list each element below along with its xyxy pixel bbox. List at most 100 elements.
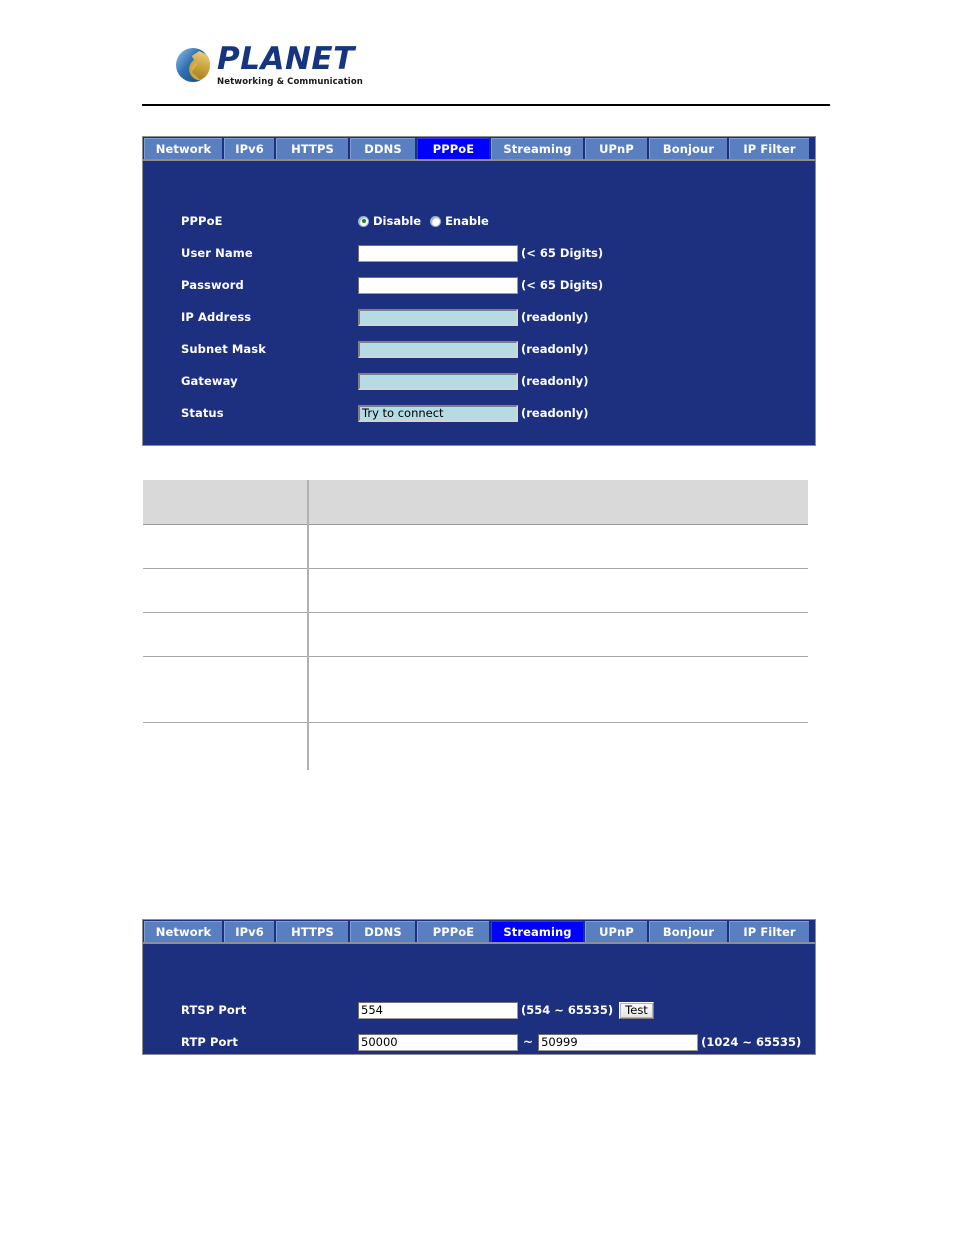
streaming-tab-bonjour[interactable]: Bonjour [649, 921, 727, 942]
rtsp-port-hint: (554 ~ 65535) [521, 1003, 614, 1017]
table-row [143, 612, 808, 657]
table-cell-description [308, 656, 808, 723]
ip-address-label: IP Address [181, 310, 252, 324]
user-name-input[interactable] [358, 244, 518, 262]
status-label: Status [181, 406, 224, 420]
rtp-port-label: RTP Port [181, 1035, 238, 1049]
form-row-status: Status (readonly) [143, 397, 815, 429]
document-header: PLANET Networking & Communication [142, 38, 830, 108]
logo-brand-name: PLANET [217, 41, 355, 77]
form-row-user-name: User Name (< 65 Digits) [143, 237, 815, 269]
subnet-mask-hint: (readonly) [521, 342, 589, 356]
pppoe-tab-streaming[interactable]: Streaming [491, 138, 583, 159]
radio-option-enable[interactable]: Enable [430, 214, 489, 228]
pppoe-tab-ip-filter[interactable]: IP Filter [729, 138, 809, 159]
table-row [143, 722, 808, 770]
table-cell-name [143, 612, 309, 657]
table-cell-name [143, 524, 309, 569]
gateway-hint: (readonly) [521, 374, 589, 388]
radio-option-disable[interactable]: Disable [358, 214, 421, 228]
form-row-rtp-port: RTP Port ~ (1024 ~ 65535) [143, 1026, 815, 1058]
gateway-input [358, 372, 518, 390]
form-row-rtsp-port: RTSP Port (554 ~ 65535) Test [143, 994, 815, 1026]
pppoe-tab-https[interactable]: HTTPS [276, 138, 348, 159]
password-control: (< 65 Digits) [358, 276, 604, 294]
subnet-mask-input [358, 340, 518, 358]
rtsp-port-label: RTSP Port [181, 1003, 247, 1017]
streaming-tab-ip-filter[interactable]: IP Filter [729, 921, 809, 942]
pppoe-tab-ddns[interactable]: DDNS [350, 138, 415, 159]
pppoe-settings-panel: Network IPv6 HTTPS DDNS PPPoE Streaming UPnP Bo… [142, 136, 816, 446]
password-hint: (< 65 Digits) [521, 278, 604, 292]
header-divider [142, 104, 830, 106]
streaming-tab-ddns[interactable]: DDNS [350, 921, 415, 942]
status-input [358, 404, 518, 422]
table-cell-description [308, 612, 808, 657]
table-cell-name [143, 722, 309, 770]
streaming-tab-upnp[interactable]: UPnP [585, 921, 647, 942]
pppoe-tab-bonjour[interactable]: Bonjour [649, 138, 727, 159]
globe-icon [176, 48, 210, 83]
user-name-control: (< 65 Digits) [358, 244, 604, 262]
streaming-settings-panel: Network IPv6 HTTPS DDNS PPPoE Streaming UPnP Bo… [142, 919, 816, 1055]
form-row-pppoe: PPPoE Disable Enable [143, 205, 815, 237]
logo-text-block: PLANET Networking & Communication [217, 44, 363, 87]
streaming-tab-network[interactable]: Network [144, 921, 222, 942]
table-row [143, 524, 808, 569]
pppoe-radio-group[interactable]: Disable Enable [358, 214, 489, 228]
table-row [143, 656, 808, 723]
pppoe-control: Disable Enable [358, 214, 489, 228]
pppoe-label: PPPoE [181, 214, 223, 228]
rtp-port-end-input[interactable] [538, 1033, 699, 1051]
radio-button-disable-icon[interactable] [358, 215, 369, 227]
logo-tagline: Networking & Communication [217, 77, 363, 87]
form-row-ip-address: IP Address (readonly) [143, 301, 815, 333]
rtp-port-start-input[interactable] [358, 1033, 518, 1051]
password-label: Password [181, 278, 244, 292]
ip-address-control: (readonly) [358, 308, 589, 326]
table-cell-description [308, 568, 808, 613]
radio-label-enable: Enable [445, 214, 489, 228]
table-cell-name [143, 656, 309, 723]
streaming-tab-pppoe[interactable]: PPPoE [417, 921, 489, 942]
status-control: (readonly) [358, 404, 589, 422]
user-name-label: User Name [181, 246, 253, 260]
form-row-subnet-mask: Subnet Mask (readonly) [143, 333, 815, 365]
rtsp-port-control: (554 ~ 65535) Test [358, 1001, 654, 1019]
pppoe-tab-upnp[interactable]: UPnP [585, 138, 647, 159]
radio-button-enable-icon[interactable] [430, 215, 442, 227]
rtp-range-separator: ~ [523, 1035, 534, 1049]
table-header-row [143, 480, 808, 525]
rtp-port-hint: (1024 ~ 65535) [701, 1035, 802, 1049]
radio-label-disable: Disable [373, 214, 422, 228]
streaming-tab-bar[interactable]: Network IPv6 HTTPS DDNS PPPoE Streaming UPnP Bo… [143, 920, 815, 942]
pppoe-tab-pppoe[interactable]: PPPoE [417, 138, 489, 159]
table-cell-name [143, 568, 309, 613]
streaming-tab-https[interactable]: HTTPS [276, 921, 348, 942]
streaming-tab-ipv6[interactable]: IPv6 [224, 921, 274, 942]
description-table [143, 480, 808, 770]
rtsp-test-button[interactable]: Test [619, 1001, 654, 1019]
pppoe-tab-ipv6[interactable]: IPv6 [224, 138, 274, 159]
gateway-label: Gateway [181, 374, 238, 388]
table-header-cell-name [143, 480, 309, 525]
table-cell-description [308, 524, 808, 569]
status-hint: (readonly) [521, 406, 589, 420]
rtsp-port-input[interactable] [358, 1001, 518, 1019]
table-header-cell-description [308, 480, 808, 525]
pppoe-tab-network[interactable]: Network [144, 138, 222, 159]
gateway-control: (readonly) [358, 372, 589, 390]
streaming-form-body: RTSP Port (554 ~ 65535) Test RTP Port ~ … [143, 944, 815, 1058]
planet-logo: PLANET Networking & Communication [142, 38, 830, 87]
table-row [143, 568, 808, 613]
form-row-gateway: Gateway (readonly) [143, 365, 815, 397]
subnet-mask-label: Subnet Mask [181, 342, 266, 356]
rtp-port-control: ~ (1024 ~ 65535) [358, 1033, 802, 1051]
ip-address-hint: (readonly) [521, 310, 589, 324]
user-name-hint: (< 65 Digits) [521, 246, 604, 260]
pppoe-tab-bar[interactable]: Network IPv6 HTTPS DDNS PPPoE Streaming UPnP Bo… [143, 137, 815, 159]
password-input[interactable] [358, 276, 518, 294]
table-cell-description [308, 722, 808, 770]
streaming-tab-streaming[interactable]: Streaming [491, 921, 583, 942]
pppoe-form-body: PPPoE Disable Enable User Name (< 65 Digits)… [143, 161, 815, 429]
